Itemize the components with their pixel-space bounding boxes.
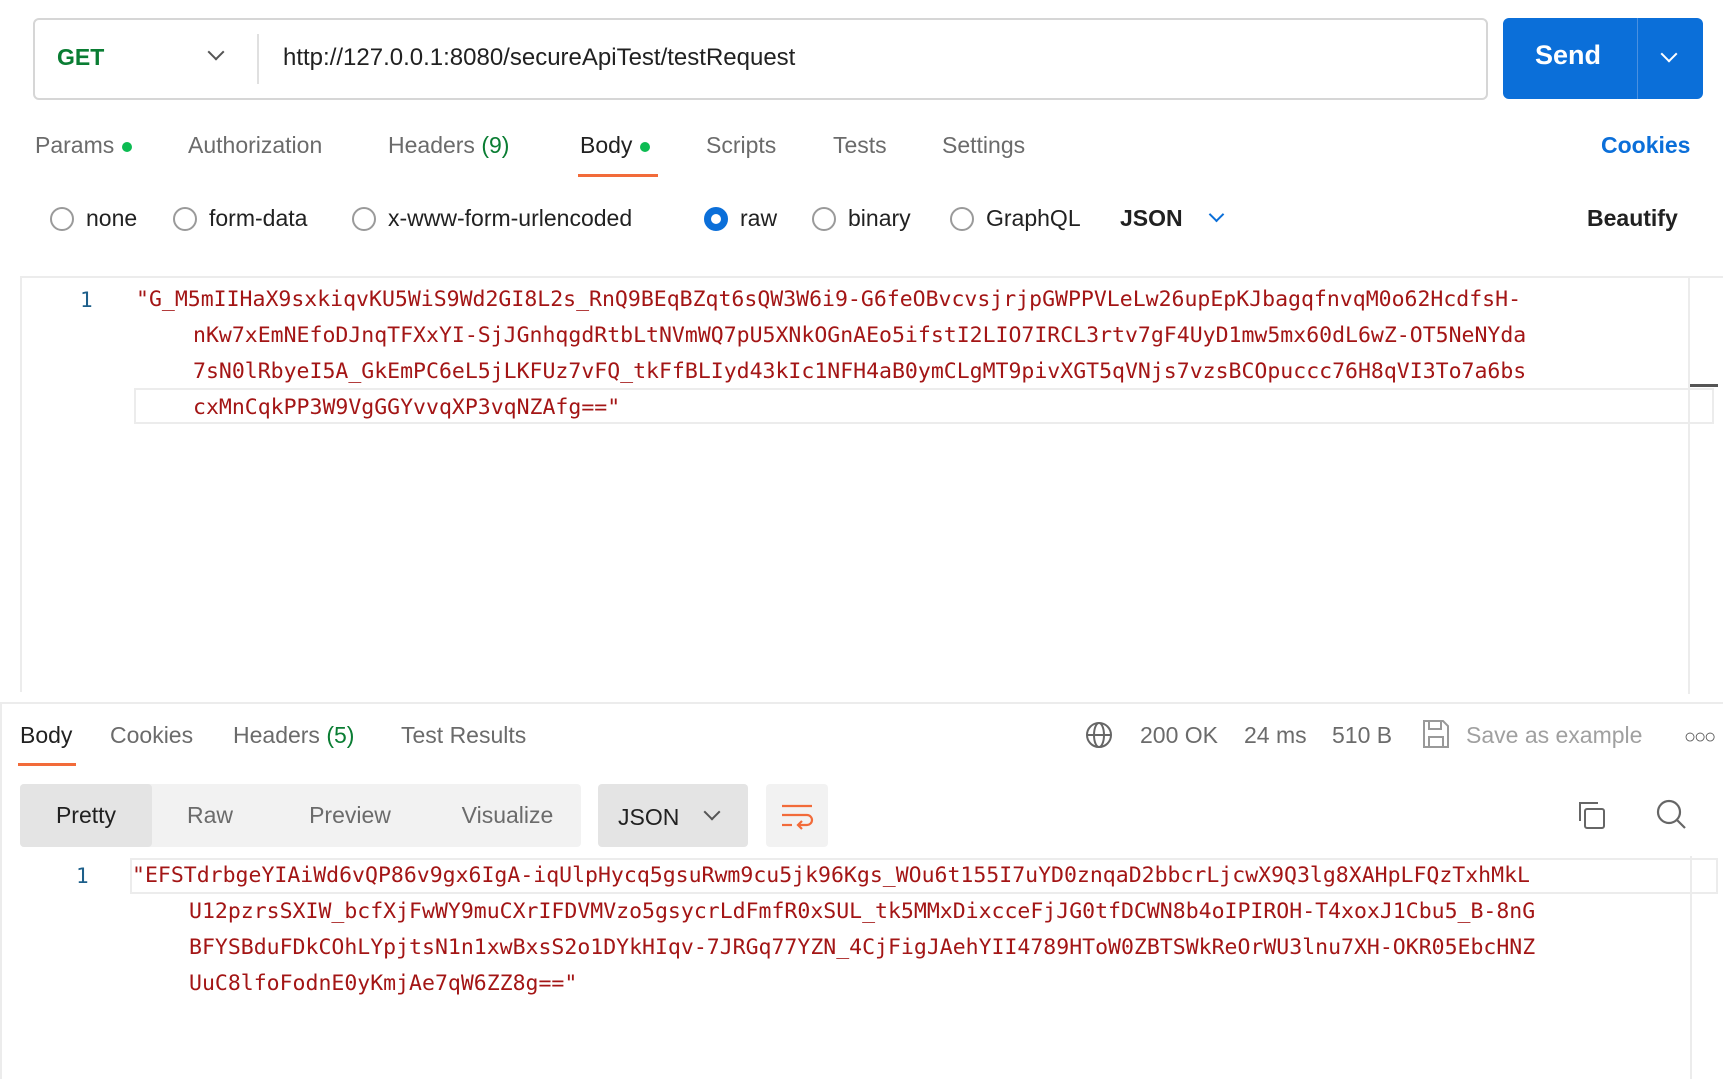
scrollbar-track[interactable] xyxy=(1688,278,1690,694)
code-line: BFYSBduFDkCOhLYpjtsN1n1xwBxsS2o1DYkHIqv-… xyxy=(189,935,1536,960)
radio-label: x-www-form-urlencoded xyxy=(388,205,633,231)
resp-tab-cookies[interactable]: Cookies xyxy=(110,722,193,749)
search-icon[interactable] xyxy=(1655,798,1687,830)
save-as-example-button[interactable]: Save as example xyxy=(1466,722,1642,749)
chevron-down-icon[interactable] xyxy=(1660,45,1678,63)
chevron-down-icon[interactable] xyxy=(207,43,225,61)
divider xyxy=(257,34,259,84)
response-size[interactable]: 510 B xyxy=(1332,722,1392,749)
response-body-viewer[interactable]: 1 "EFSTdrbgeYIAiWd6vQP86v9gx6IgA-iqUlpHy… xyxy=(0,856,1723,1079)
code-line: "G_M5mIIHaX9sxkiqvKU5WiS9Wd2GI8L2s_RnQ9B… xyxy=(136,287,1522,312)
radio-form-data[interactable]: form-data xyxy=(173,205,307,232)
code-line: 7sN0lRbyeI5A_GkEmPC6eL5jLKFUz7vFQ_tkFfBL… xyxy=(193,359,1527,384)
url-input[interactable]: http://127.0.0.1:8080/secureApiTest/test… xyxy=(283,44,795,72)
divider xyxy=(0,704,2,1079)
code-line: nKw7xEmNEfoDJnqTFXxYI-SjJGnhqgdRtbLtNVmW… xyxy=(193,323,1527,348)
response-time[interactable]: 24 ms xyxy=(1244,722,1307,749)
scrollbar-thumb[interactable] xyxy=(1690,384,1718,387)
view-raw[interactable]: Raw xyxy=(160,784,260,847)
radio-none[interactable]: none xyxy=(50,205,137,232)
cookies-link[interactable]: Cookies xyxy=(1601,132,1690,159)
radio-label: GraphQL xyxy=(986,205,1081,231)
tab-headers[interactable]: Headers (9) xyxy=(388,132,509,159)
headers-count: (9) xyxy=(481,132,510,158)
radio-circle-selected[interactable] xyxy=(704,206,728,231)
tab-scripts[interactable]: Scripts xyxy=(706,132,776,159)
view-pretty[interactable]: Pretty xyxy=(20,784,152,847)
code-line: U12pzrsSXIW_bcfXjFwWY9muCXrIFDVMVzo5gsyc… xyxy=(189,899,1536,924)
method-select[interactable]: GET xyxy=(57,44,104,71)
chevron-down-icon xyxy=(703,803,721,821)
request-body-editor[interactable]: 1 "G_M5mIIHaX9sxkiqvKU5WiS9Wd2GI8L2s_RnQ… xyxy=(20,276,1723,694)
more-options-icon[interactable]: ○○○ xyxy=(1684,726,1716,749)
url-bar: GET http://127.0.0.1:8080/secureApiTest/… xyxy=(33,18,1488,100)
format-label: JSON xyxy=(618,804,680,830)
resp-tab-headers[interactable]: Headers (5) xyxy=(233,722,354,749)
radio-raw[interactable]: raw xyxy=(704,205,777,232)
tab-body[interactable]: Body xyxy=(580,132,651,159)
radio-label: raw xyxy=(740,205,778,231)
tab-params[interactable]: Params xyxy=(35,132,133,159)
chevron-down-icon xyxy=(1208,206,1224,223)
format-label: JSON xyxy=(1120,205,1183,231)
response-format-select[interactable]: JSON xyxy=(598,784,748,847)
send-button[interactable]: Send xyxy=(1503,18,1703,99)
status-dot xyxy=(640,141,651,152)
code-line: "EFSTdrbgeYIAiWd6vQP86v9gx6IgA-iqUlpHycq… xyxy=(132,863,1530,888)
tab-authorization[interactable]: Authorization xyxy=(188,132,322,159)
globe-icon[interactable] xyxy=(1085,721,1113,749)
radio-circle[interactable] xyxy=(950,206,974,231)
divider xyxy=(1637,18,1638,99)
tab-label: Headers xyxy=(388,132,475,158)
radio-graphql[interactable]: GraphQL xyxy=(950,205,1081,232)
view-visualize[interactable]: Visualize xyxy=(435,784,580,847)
radio-circle[interactable] xyxy=(173,206,197,231)
radio-label: binary xyxy=(848,205,911,231)
wrap-lines-button[interactable] xyxy=(766,784,828,847)
resp-tab-body[interactable]: Body xyxy=(20,722,72,749)
radio-urlencoded[interactable]: x-www-form-urlencoded xyxy=(352,205,632,232)
pane-divider[interactable] xyxy=(0,702,1723,704)
tab-tests[interactable]: Tests xyxy=(833,132,887,159)
tab-label: Headers xyxy=(233,722,320,748)
status-dot xyxy=(122,141,133,152)
line-number: 1 xyxy=(80,288,93,312)
status-code[interactable]: 200 OK xyxy=(1140,722,1218,749)
view-mode-selector: Pretty Raw Preview Visualize xyxy=(20,784,581,847)
active-tab-underline xyxy=(578,174,658,177)
tab-label: Params xyxy=(35,132,115,158)
scrollbar-track[interactable] xyxy=(1690,856,1692,1079)
line-number: 1 xyxy=(76,864,89,888)
resp-tab-test-results[interactable]: Test Results xyxy=(401,722,526,749)
body-format-select[interactable]: JSON xyxy=(1120,205,1224,232)
code-line: UuC8lfoFodnE0yKmjAe7qW6ZZ8g==" xyxy=(189,971,578,996)
radio-circle[interactable] xyxy=(50,206,74,231)
send-label: Send xyxy=(1535,40,1602,70)
copy-icon[interactable] xyxy=(1576,800,1606,830)
tab-label: Body xyxy=(580,132,633,158)
headers-count: (5) xyxy=(326,722,355,748)
radio-circle[interactable] xyxy=(352,206,376,231)
code-line: cxMnCqkPP3W9VgGGYvvqXP3vqNZAfg==" xyxy=(193,395,621,420)
radio-binary[interactable]: binary xyxy=(812,205,911,232)
tab-settings[interactable]: Settings xyxy=(942,132,1025,159)
view-preview[interactable]: Preview xyxy=(280,784,420,847)
save-icon[interactable] xyxy=(1422,719,1450,749)
beautify-button[interactable]: Beautify xyxy=(1587,205,1678,232)
radio-circle[interactable] xyxy=(812,206,836,231)
active-tab-underline xyxy=(18,763,76,766)
radio-label: none xyxy=(86,205,138,231)
wrap-icon xyxy=(782,804,814,830)
radio-label: form-data xyxy=(209,205,308,231)
